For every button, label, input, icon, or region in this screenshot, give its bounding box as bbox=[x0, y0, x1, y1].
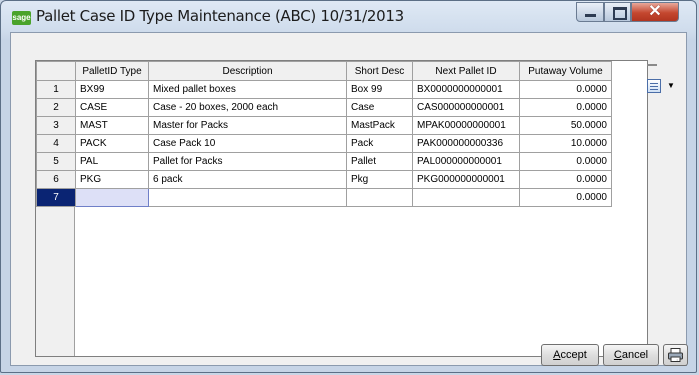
cell-putaway-volume[interactable]: 10.0000 bbox=[519, 134, 612, 153]
row-number[interactable]: 1 bbox=[36, 80, 76, 99]
title-bar[interactable]: sage Pallet Case ID Type Maintenance (AB… bbox=[1, 1, 696, 33]
cell-palletid-type[interactable]: PKG bbox=[75, 170, 149, 189]
cell-putaway-volume[interactable]: 0.0000 bbox=[519, 80, 612, 99]
cell-description[interactable]: Case Pack 10 bbox=[148, 134, 347, 153]
grid-splitter-handle[interactable] bbox=[647, 64, 657, 66]
cell-next-pallet-id[interactable]: CAS000000000001 bbox=[412, 98, 520, 117]
col-header-putaway-volume[interactable]: Putaway Volume bbox=[519, 61, 612, 81]
row-number[interactable]: 6 bbox=[36, 170, 76, 189]
table-row[interactable]: 5 PAL Pallet for Packs Pallet PAL0000000… bbox=[36, 152, 612, 171]
cancel-accelerator: C bbox=[613, 349, 622, 361]
cell-short-desc[interactable]: Pack bbox=[346, 134, 413, 153]
cell-palletid-type[interactable]: MAST bbox=[75, 116, 149, 135]
header-row: PalletID Type Description Short Desc Nex… bbox=[36, 61, 612, 81]
cell-description[interactable]: Mixed pallet boxes bbox=[148, 80, 347, 99]
sage-app-icon: sage bbox=[12, 11, 31, 25]
col-header-description[interactable]: Description bbox=[148, 61, 347, 81]
cell-palletid-type[interactable]: BX99 bbox=[75, 80, 149, 99]
col-header-palletid-type[interactable]: PalletID Type bbox=[75, 61, 149, 81]
cell-short-desc[interactable]: Box 99 bbox=[346, 80, 413, 99]
cell-next-pallet-id[interactable]: PKG000000000001 bbox=[412, 170, 520, 189]
col-header-next-pallet-id[interactable]: Next Pallet ID bbox=[412, 61, 520, 81]
cell-description[interactable]: 6 pack bbox=[148, 170, 347, 189]
cell-short-desc[interactable] bbox=[346, 188, 413, 207]
dialog-body: PalletID Type Description Short Desc Nex… bbox=[10, 32, 688, 366]
accept-button[interactable]: Accept bbox=[541, 344, 599, 366]
row-number[interactable]: 2 bbox=[36, 98, 76, 117]
cell-next-pallet-id[interactable]: BX0000000000001 bbox=[412, 80, 520, 99]
row-number[interactable]: 4 bbox=[36, 134, 76, 153]
cell-short-desc[interactable]: Pallet bbox=[346, 152, 413, 171]
close-button[interactable]: ✕ bbox=[631, 2, 679, 22]
corner-header[interactable] bbox=[36, 61, 76, 81]
cell-next-pallet-id[interactable] bbox=[412, 188, 520, 207]
cell-description[interactable]: Master for Packs bbox=[148, 116, 347, 135]
cell-palletid-type[interactable]: PAL bbox=[75, 152, 149, 171]
cell-description[interactable]: Pallet for Packs bbox=[148, 152, 347, 171]
maximize-icon bbox=[613, 7, 627, 20]
cancel-button[interactable]: Cancel bbox=[603, 344, 659, 366]
minimize-button[interactable] bbox=[576, 2, 604, 22]
row-number[interactable]: 3 bbox=[36, 116, 76, 135]
cell-next-pallet-id[interactable]: PAL000000000001 bbox=[412, 152, 520, 171]
table-row[interactable]: 6 PKG 6 pack Pkg PKG000000000001 0.0000 bbox=[36, 170, 612, 189]
minimize-icon bbox=[585, 14, 596, 17]
cell-short-desc[interactable]: MastPack bbox=[346, 116, 413, 135]
cell-putaway-volume[interactable]: 0.0000 bbox=[519, 170, 612, 189]
row-number[interactable]: 5 bbox=[36, 152, 76, 171]
accept-label-post: ccept bbox=[560, 349, 587, 361]
cell-putaway-volume[interactable]: 0.0000 bbox=[519, 98, 612, 117]
table-row[interactable]: 2 CASE Case - 20 boxes, 2000 each Case C… bbox=[36, 98, 612, 117]
row-number-selected[interactable]: 7 bbox=[36, 188, 76, 207]
cell-next-pallet-id[interactable]: MPAK00000000001 bbox=[412, 116, 520, 135]
cell-description[interactable] bbox=[148, 188, 347, 207]
grid-table: PalletID Type Description Short Desc Nex… bbox=[36, 61, 612, 207]
app-window: sage Pallet Case ID Type Maintenance (AB… bbox=[0, 0, 697, 373]
table-row[interactable]: 4 PACK Case Pack 10 Pack PAK000000000336… bbox=[36, 134, 612, 153]
cell-palletid-type[interactable]: PACK bbox=[75, 134, 149, 153]
cell-description[interactable]: Case - 20 boxes, 2000 each bbox=[148, 98, 347, 117]
maximize-button[interactable] bbox=[604, 2, 631, 22]
table-row[interactable]: 1 BX99 Mixed pallet boxes Box 99 BX00000… bbox=[36, 80, 612, 99]
pallet-type-grid[interactable]: PalletID Type Description Short Desc Nex… bbox=[35, 60, 648, 357]
cell-putaway-volume[interactable]: 0.0000 bbox=[519, 188, 612, 207]
cell-short-desc[interactable]: Case bbox=[346, 98, 413, 117]
grid-options-button[interactable]: ▼ bbox=[647, 79, 675, 95]
accept-accelerator: A bbox=[553, 349, 561, 361]
col-header-short-desc[interactable]: Short Desc bbox=[346, 61, 413, 81]
table-row[interactable]: 3 MAST Master for Packs MastPack MPAK000… bbox=[36, 116, 612, 135]
cancel-label-post: ancel bbox=[621, 349, 649, 361]
table-row-new[interactable]: 7 0.0000 bbox=[36, 188, 612, 207]
close-icon: ✕ bbox=[648, 3, 662, 20]
cell-palletid-type[interactable]: CASE bbox=[75, 98, 149, 117]
chevron-down-icon: ▼ bbox=[667, 81, 675, 90]
cell-palletid-type-input[interactable] bbox=[75, 188, 149, 207]
cell-short-desc[interactable]: Pkg bbox=[346, 170, 413, 189]
window-title: Pallet Case ID Type Maintenance (ABC) 10… bbox=[36, 7, 404, 25]
resize-grip[interactable]: ⋰ bbox=[676, 355, 684, 363]
cell-next-pallet-id[interactable]: PAK000000000336 bbox=[412, 134, 520, 153]
cell-putaway-volume[interactable]: 50.0000 bbox=[519, 116, 612, 135]
grid-customize-icon bbox=[647, 79, 661, 93]
cell-putaway-volume[interactable]: 0.0000 bbox=[519, 152, 612, 171]
